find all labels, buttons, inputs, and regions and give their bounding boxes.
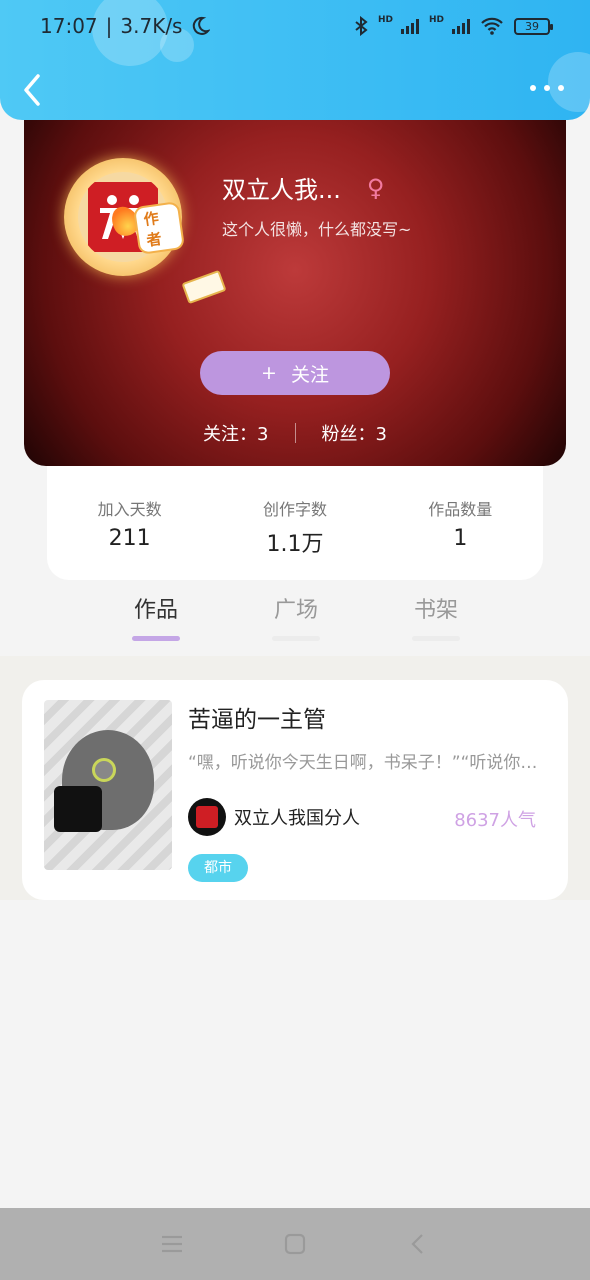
- stat-label: 作品数量: [428, 500, 493, 519]
- tab-indicator: [412, 636, 460, 641]
- more-dot: [544, 85, 550, 91]
- profile-card: 作者 双立人我... ♀ 这个人很懒，什么都没写~ + 关注 关注：3 粉丝：3: [24, 110, 566, 466]
- tab-indicator: [132, 636, 180, 641]
- avatar[interactable]: 作者: [64, 158, 227, 305]
- hd-label: HD: [428, 15, 444, 25]
- work-card[interactable]: 苦逼的一主管 “嘿，听说你今天生日啊，书呆子！”“听说你今天生日啊 双立人我国分…: [22, 680, 568, 900]
- work-title[interactable]: 苦逼的一主管: [188, 700, 326, 734]
- tab-label: 广场: [273, 598, 318, 623]
- stats-card: 加入天数 211 创作字数 1.1万 作品数量 1: [47, 450, 543, 580]
- following-count[interactable]: 关注：3: [203, 420, 268, 446]
- battery-icon: 39: [514, 17, 553, 35]
- stat-label: 加入天数: [97, 500, 162, 519]
- divider: [294, 423, 296, 443]
- follow-button[interactable]: + 关注: [200, 351, 390, 395]
- tab-bookshelf[interactable]: 书架: [376, 592, 496, 652]
- moon-icon: [193, 16, 211, 35]
- home-square-icon: [284, 1233, 306, 1255]
- stat-value: 211: [108, 526, 151, 551]
- work-author-row: 双立人我国分人: [188, 798, 360, 836]
- cover-illustration-box: [54, 786, 102, 832]
- profile-bio: 这个人很懒，什么都没写~: [222, 220, 412, 239]
- follow-stats: 关注：3 粉丝：3: [24, 420, 566, 446]
- book-decoration-icon: [181, 269, 227, 305]
- stat-label: 创作字数: [262, 500, 327, 519]
- tab-label: 作品: [133, 598, 178, 623]
- author-badge: 作者: [132, 201, 186, 255]
- profile-tabs: 作品 广场 书架: [96, 592, 496, 652]
- signal-icon: [452, 18, 470, 34]
- more-options-button[interactable]: [530, 80, 564, 96]
- more-dot: [558, 85, 564, 91]
- stat-value: 1: [453, 526, 468, 551]
- work-popularity: 8637人气: [454, 810, 536, 831]
- menu-nav-button[interactable]: [159, 1231, 185, 1257]
- chevron-left-icon: [411, 1234, 424, 1254]
- system-nav-bar: [0, 1208, 590, 1280]
- status-time: 17:07: [40, 14, 98, 38]
- signal-icon: [400, 18, 419, 34]
- menu-icon: [161, 1235, 182, 1253]
- status-separator: |: [105, 14, 113, 38]
- top-header: 17:07 | 3.7K/s HD HD 39: [0, 0, 590, 120]
- author-avatar: [188, 798, 226, 836]
- profile-name: 双立人我...: [222, 176, 341, 204]
- follow-button-label: 关注: [290, 363, 329, 386]
- work-excerpt: “嘿，听说你今天生日啊，书呆子！”“听说你今天生日啊: [188, 753, 538, 773]
- book-cover-image[interactable]: [44, 700, 172, 870]
- female-icon: ♀: [366, 173, 385, 202]
- tab-label: 书架: [413, 598, 458, 623]
- stat-work-count: 作品数量 1: [385, 496, 535, 580]
- wifi-icon: [481, 17, 503, 35]
- back-button[interactable]: [18, 72, 48, 108]
- home-nav-button[interactable]: [282, 1231, 308, 1257]
- tab-square[interactable]: 广场: [236, 592, 356, 652]
- stat-word-count: 创作字数 1.1万: [220, 496, 370, 580]
- more-dot: [530, 85, 536, 91]
- stat-join-days: 加入天数 211: [55, 496, 205, 580]
- followers-count[interactable]: 粉丝：3: [322, 420, 387, 446]
- profile-name-row: 双立人我... ♀: [222, 170, 384, 205]
- plus-icon: +: [261, 362, 277, 384]
- genre-tag[interactable]: 都市: [188, 854, 248, 882]
- bluetooth-icon: [355, 16, 368, 36]
- work-author-name: 双立人我国分人: [234, 808, 360, 829]
- chevron-left-icon: [24, 74, 40, 106]
- status-bar: 17:07 | 3.7K/s HD HD 39: [40, 12, 553, 40]
- tab-indicator: [272, 636, 320, 641]
- hd-label: HD: [377, 15, 393, 25]
- tab-works[interactable]: 作品: [96, 592, 216, 652]
- network-speed: 3.7K/s: [120, 14, 183, 38]
- stat-value: 1.1万: [266, 532, 324, 557]
- back-nav-button[interactable]: [405, 1231, 431, 1257]
